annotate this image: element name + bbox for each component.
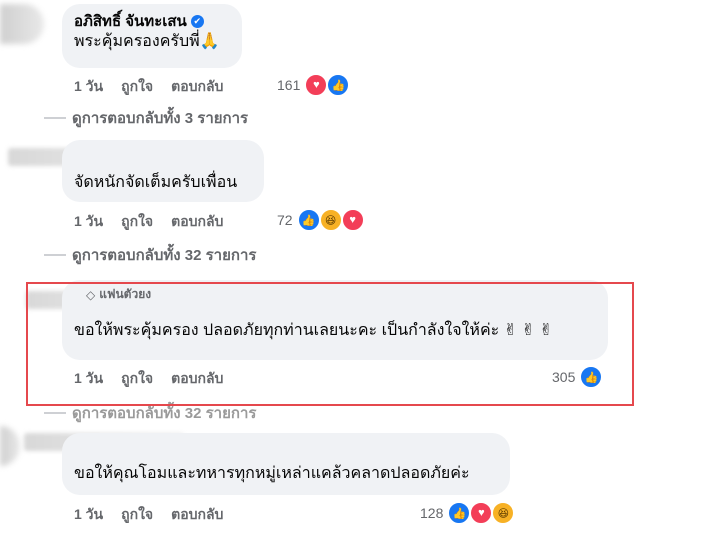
avatar[interactable] bbox=[0, 426, 20, 466]
view-replies-link[interactable]: ดูการตอบกลับทั้ง 3 รายการ bbox=[44, 106, 248, 130]
avatar[interactable] bbox=[0, 4, 44, 44]
comment-actions: 1 วัน ถูกใจ ตอบกลับ bbox=[74, 504, 223, 526]
comment-actions: 1 วัน ถูกใจ ตอบกลับ bbox=[74, 76, 223, 98]
like-icon: 👍 bbox=[296, 208, 321, 232]
reaction-count: 161 bbox=[277, 77, 301, 93]
reaction-count: 72 bbox=[277, 212, 293, 228]
like-button[interactable]: ถูกใจ bbox=[121, 504, 153, 526]
comment-author[interactable]: อภิสิทธิ์ จันทะเสน ✔ bbox=[74, 12, 230, 31]
comment-text: ขอให้คุณโอมและทหารทุกหมู่เหล่าแคล้วคลาดป… bbox=[74, 465, 470, 482]
comment-time[interactable]: 1 วัน bbox=[74, 211, 103, 233]
reply-button[interactable]: ตอบกลับ bbox=[171, 504, 223, 526]
haha-icon: 😆 bbox=[491, 501, 516, 525]
view-replies-text[interactable]: ดูการตอบกลับทั้ง 32 รายการ bbox=[72, 243, 256, 267]
reply-button[interactable]: ตอบกลับ bbox=[171, 76, 223, 98]
love-icon: ♥ bbox=[469, 501, 494, 525]
verified-icon: ✔ bbox=[190, 15, 204, 28]
love-icon: ♥ bbox=[304, 73, 329, 97]
haha-icon: 😆 bbox=[318, 208, 343, 232]
comment-bubble: ขอให้คุณโอมและทหารทุกหมู่เหล่าแคล้วคลาดป… bbox=[62, 433, 510, 495]
reaction-summary[interactable]: 72 👍 😆 ♥ bbox=[277, 208, 365, 232]
comment-text: จัดหนักจัดเต็มครับเพื่อน bbox=[74, 174, 238, 191]
reply-button[interactable]: ตอบกลับ bbox=[171, 211, 223, 233]
view-replies-text[interactable]: ดูการตอบกลับทั้ง 3 รายการ bbox=[72, 106, 248, 130]
comment-bubble: อภิสิทธิ์ จันทะเสน ✔ พระคุ้มครองครับพี่🙏 bbox=[62, 4, 242, 68]
like-icon: 👍 bbox=[447, 501, 472, 525]
comment-actions: 1 วัน ถูกใจ ตอบกลับ bbox=[74, 211, 223, 233]
like-icon: 👍 bbox=[326, 73, 351, 97]
highlight-box bbox=[26, 282, 634, 406]
reply-connector-line bbox=[44, 412, 66, 414]
like-button[interactable]: ถูกใจ bbox=[121, 211, 153, 233]
comment-bubble: จัดหนักจัดเต็มครับเพื่อน bbox=[62, 140, 264, 202]
reply-connector-line bbox=[44, 254, 66, 256]
reaction-summary[interactable]: 161 ♥ 👍 bbox=[277, 73, 351, 97]
comment-time[interactable]: 1 วัน bbox=[74, 76, 103, 98]
author-name[interactable]: อภิสิทธิ์ จันทะเสน bbox=[74, 12, 187, 31]
like-button[interactable]: ถูกใจ bbox=[121, 76, 153, 98]
reaction-summary[interactable]: 128 👍 ♥ 😆 bbox=[420, 501, 516, 525]
reaction-count: 128 bbox=[420, 505, 444, 521]
comment-text: พระคุ้มครองครับพี่🙏 bbox=[74, 33, 220, 50]
view-replies-link[interactable]: ดูการตอบกลับทั้ง 32 รายการ bbox=[44, 243, 256, 267]
love-icon: ♥ bbox=[340, 208, 365, 232]
reply-connector-line bbox=[44, 117, 66, 119]
comment-time[interactable]: 1 วัน bbox=[74, 504, 103, 526]
